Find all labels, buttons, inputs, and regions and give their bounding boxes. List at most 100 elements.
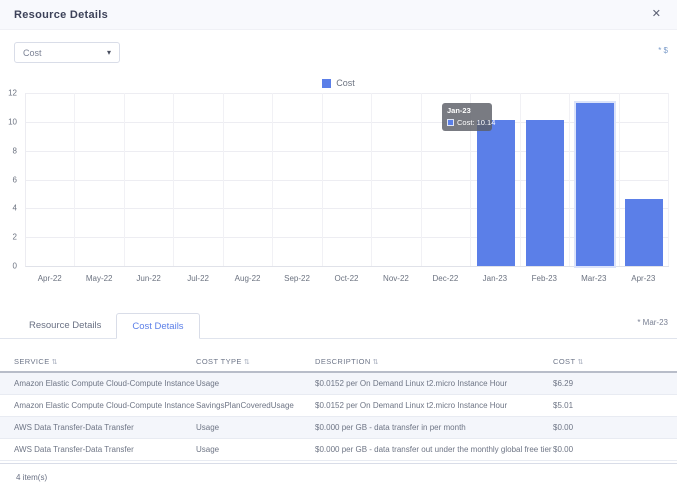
v-gridline [569,93,570,266]
cell-description: $0.0152 per On Demand Linux t2.micro Ins… [315,394,553,416]
x-axis-tick: Dec-22 [421,274,470,283]
metric-select-value: Cost [23,48,42,58]
column-header-cost-type[interactable]: COST TYPE⇅ [196,352,315,372]
cell-cost: $5.01 [553,394,677,416]
chart-legend: Cost [0,78,677,88]
cell-service: AWS Data Transfer-Data Transfer [0,416,196,438]
v-gridline [421,93,422,266]
chart-x-axis: Apr-22May-22Jun-22Jul-22Aug-22Sep-22Oct-… [25,271,669,285]
chart-plot [25,93,669,267]
h-gridline [26,122,669,123]
cell-description: $0.000 per GB - data transfer out under … [315,438,553,460]
cost-chart: Cost 024681012 Apr-22May-22Jun-22Jul-22A… [0,70,677,298]
tab-cost-details[interactable]: Cost Details [116,313,199,339]
x-axis-tick: Jul-22 [173,274,222,283]
cost-details-table: SERVICE⇅COST TYPE⇅DESCRIPTION⇅COST⇅ Amaz… [0,352,677,482]
sort-icon: ⇅ [373,359,379,366]
cell-cost-type: Usage [196,438,315,460]
legend-label: Cost [336,78,355,88]
h-gridline [26,180,669,181]
x-axis-tick: Apr-22 [25,274,74,283]
cell-cost: $0.00 [553,438,677,460]
y-axis-tick: 6 [13,175,17,184]
column-header-label: COST TYPE [196,357,242,366]
table-footer: 4 item(s) [0,463,677,482]
y-axis-tick: 10 [8,117,17,126]
column-header-description[interactable]: DESCRIPTION⇅ [315,352,553,372]
y-axis-tick: 4 [13,204,17,213]
v-gridline [668,93,669,266]
y-axis-tick: 0 [13,262,17,271]
h-gridline [26,151,669,152]
x-axis-tick: Oct-22 [322,274,371,283]
cell-description: $0.0152 per On Demand Linux t2.micro Ins… [315,372,553,394]
legend-swatch [322,79,331,88]
chart-y-axis: 024681012 [0,93,20,267]
cell-service: AWS Data Transfer-Data Transfer [0,438,196,460]
tooltip-series-swatch [447,119,454,126]
v-gridline [322,93,323,266]
sort-icon: ⇅ [577,359,583,366]
cell-service: Amazon Elastic Compute Cloud-Compute Ins… [0,372,196,394]
table-row: AWS Data Transfer-Data TransferUsage$0.0… [0,438,677,460]
cell-cost: $0.00 [553,416,677,438]
tooltip-title: Jan-23 [447,106,487,115]
close-button[interactable]: ✕ [650,7,663,22]
page-title: Resource Details [14,9,108,21]
v-gridline [74,93,75,266]
tab-resource-details[interactable]: Resource Details [14,312,116,338]
v-gridline [371,93,372,266]
x-axis-tick: Mar-23 [569,274,618,283]
column-header-label: SERVICE [14,357,50,366]
tooltip-row: Cost: 10.14 [447,118,487,127]
cell-cost: $6.29 [553,372,677,394]
x-axis-tick: May-22 [74,274,123,283]
x-axis-tick: Apr-23 [619,274,668,283]
sort-icon: ⇅ [52,359,58,366]
column-header-label: COST [553,357,575,366]
sort-icon: ⇅ [244,359,250,366]
cell-service: Amazon Elastic Compute Cloud-Compute Ins… [0,394,196,416]
x-axis-tick: Feb-23 [520,274,569,283]
x-axis-tick: Nov-22 [371,274,420,283]
v-gridline [173,93,174,266]
table-row: AWS Data Transfer-Data TransferUsage$0.0… [0,416,677,438]
cell-cost-type: Usage [196,372,315,394]
table-header-row: SERVICE⇅COST TYPE⇅DESCRIPTION⇅COST⇅ [0,352,677,372]
tabs: Resource Details Cost Details * Mar-23 [0,312,677,339]
v-gridline [272,93,273,266]
x-axis-tick: Sep-22 [272,274,321,283]
table-row: Amazon Elastic Compute Cloud-Compute Ins… [0,372,677,394]
resource-details-dialog: Resource Details ✕ Cost ▾ * $ Cost 0 2 4 6 8… [0,0,677,504]
chart-tooltip: Jan-23 Cost: 10.14 [442,103,492,131]
y-axis-tick: 8 [13,146,17,155]
y-axis-tick: 2 [13,233,17,242]
chevron-down-icon: ▾ [107,48,111,57]
toolbar: Cost ▾ * $ [14,42,668,66]
cell-cost-type: Usage [196,416,315,438]
y-axis-tick: 12 [8,89,17,98]
legend-item-cost[interactable]: Cost [322,78,355,88]
v-gridline [223,93,224,266]
h-gridline [26,93,669,94]
bar-jan-23[interactable] [477,120,515,266]
h-gridline [26,208,669,209]
bar-apr-23[interactable] [625,199,663,266]
v-gridline [124,93,125,266]
tooltip-value: Cost: 10.14 [457,118,495,127]
x-axis-tick: Jan-23 [470,274,519,283]
cell-description: $0.000 per GB - data transfer in per mon… [315,416,553,438]
table-body: Amazon Elastic Compute Cloud-Compute Ins… [0,372,677,460]
bar-mar-23[interactable] [576,103,614,266]
dialog-header: Resource Details ✕ [0,0,677,30]
metric-select[interactable]: Cost ▾ [14,42,120,63]
currency-note: * $ [658,46,668,55]
cell-cost-type: SavingsPlanCoveredUsage [196,394,315,416]
h-gridline [26,237,669,238]
column-header-cost[interactable]: COST⇅ [553,352,677,372]
bar-feb-23[interactable] [526,120,564,266]
close-icon: ✕ [652,8,661,20]
period-note: * Mar-23 [637,318,668,327]
x-axis-tick: Jun-22 [124,274,173,283]
column-header-service[interactable]: SERVICE⇅ [0,352,196,372]
